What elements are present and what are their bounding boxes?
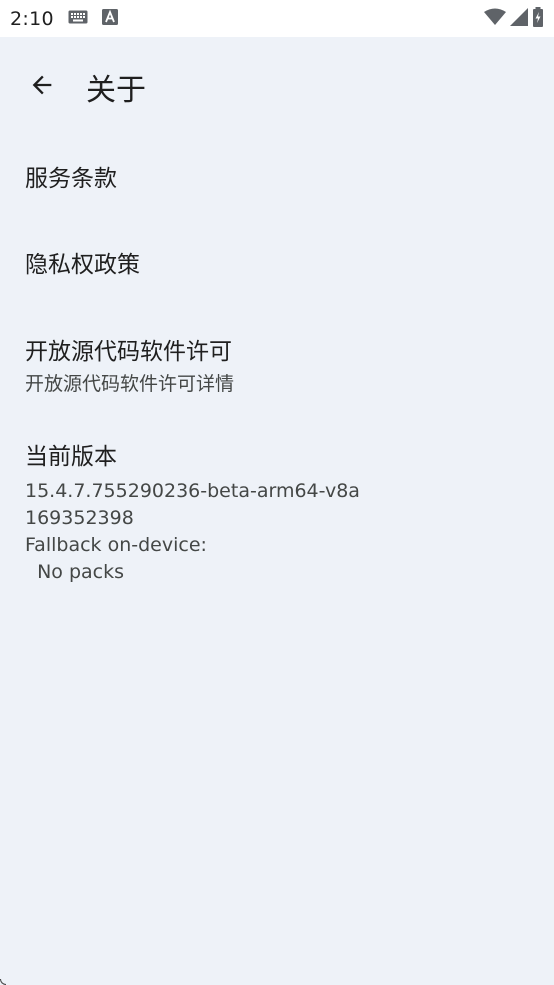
open-source-licenses-subtitle: 开放源代码软件许可详情 — [25, 373, 235, 395]
terms-of-service-item[interactable]: 服务条款 — [25, 137, 554, 225]
version-details: 15.4.7.755290236-beta-arm64-v8a 16935239… — [25, 478, 554, 586]
version-line: Fallback on-device: — [25, 534, 207, 556]
privacy-policy-item[interactable]: 隐私权政策 — [25, 225, 554, 313]
cellular-signal-icon — [510, 7, 528, 30]
battery-charging-icon — [532, 6, 544, 31]
status-right — [484, 6, 544, 31]
open-source-licenses-label: 开放源代码软件许可 — [25, 339, 232, 365]
screen-corner — [0, 979, 6, 985]
clock: 2:10 — [10, 7, 54, 30]
version-line: 169352398 — [25, 507, 134, 529]
status-left: 2:10 — [10, 8, 118, 30]
open-source-licenses-item[interactable]: 开放源代码软件许可 开放源代码软件许可详情 — [25, 313, 554, 437]
keyboard-icon — [68, 9, 88, 28]
status-bar: 2:10 — [0, 0, 554, 37]
version-line: No packs — [25, 561, 125, 583]
font-a-icon — [101, 8, 118, 29]
terms-of-service-label: 服务条款 — [25, 166, 117, 192]
app-bar: 关于 — [0, 37, 554, 137]
version-line: 15.4.7.755290236-beta-arm64-v8a — [25, 480, 360, 502]
current-version-label: 当前版本 — [25, 444, 117, 470]
privacy-policy-label: 隐私权政策 — [25, 252, 140, 278]
about-list: 服务条款 隐私权政策 开放源代码软件许可 开放源代码软件许可详情 当前版本 15… — [0, 137, 554, 586]
arrow-left-icon — [28, 71, 56, 103]
back-button[interactable] — [22, 67, 62, 107]
wifi-icon — [484, 8, 506, 30]
current-version-item: 当前版本 15.4.7.755290236-beta-arm64-v8a 169… — [25, 437, 554, 586]
page-title: 关于 — [86, 73, 146, 108]
